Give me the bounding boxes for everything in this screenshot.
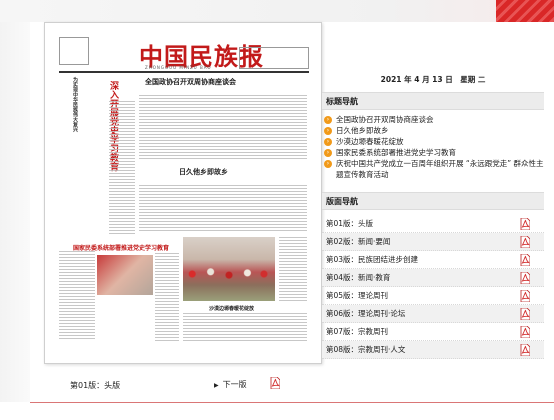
- page-nav-item[interactable]: 第08版：宗教周刊·人文: [322, 341, 544, 359]
- pdf-icon[interactable]: [520, 218, 530, 230]
- news-photo-figures: [183, 263, 275, 285]
- pdf-icon[interactable]: [520, 326, 530, 338]
- page-nav-item[interactable]: 第01版：头版: [322, 215, 544, 233]
- article-text: [279, 237, 307, 301]
- orange-circle-arrow-icon: ›: [324, 160, 332, 168]
- pdf-icon[interactable]: [520, 236, 530, 248]
- pdf-icon[interactable]: [520, 272, 530, 284]
- title-nav-list: › 全国政协召开双周协商座谈会 › 日久他乡即故乡 › 沙漠边塬春暖花绽放 › 国家民委…: [322, 114, 544, 180]
- orange-circle-arrow-icon: ›: [324, 116, 332, 124]
- title-item[interactable]: › 沙漠边塬春暖花绽放: [322, 136, 544, 147]
- headline-top: 全国政协召开双周协商座谈会: [145, 77, 236, 86]
- triangle-right-icon: ▶: [214, 382, 219, 389]
- masthead-info-box: [239, 47, 309, 69]
- article-text: [183, 313, 307, 343]
- pdf-icon[interactable]: [520, 344, 530, 356]
- title-nav-header: 标题导航: [322, 92, 544, 110]
- header-decoration: [496, 0, 554, 22]
- article-text: [139, 185, 307, 233]
- page-nav-item[interactable]: 第06版：理论周刊·论坛: [322, 305, 544, 323]
- masthead-rule: [59, 71, 309, 73]
- pdf-icon[interactable]: [270, 377, 280, 389]
- top-bar: [0, 0, 554, 22]
- page-nav-item[interactable]: 第04版：新闻·教育: [322, 269, 544, 287]
- pdf-icon[interactable]: [520, 254, 530, 266]
- current-page-label: 第01版：头版: [70, 381, 121, 390]
- title-item[interactable]: › 日久他乡即故乡: [322, 125, 544, 136]
- footer-rule: [30, 402, 554, 403]
- news-photo-small: [97, 255, 153, 295]
- orange-circle-arrow-icon: ›: [324, 149, 332, 157]
- issue-info-box: [59, 37, 89, 65]
- orange-circle-arrow-icon: ›: [324, 138, 332, 146]
- next-page-button[interactable]: ▶ 下一版: [214, 379, 247, 390]
- article-text: [109, 101, 135, 235]
- title-item[interactable]: › 全国政协召开双周协商座谈会: [322, 114, 544, 125]
- page-nav-item[interactable]: 第07版：宗教周刊: [322, 323, 544, 341]
- vertical-subheadline: 为实现中华民族伟大复兴: [72, 77, 78, 132]
- article-text: [59, 251, 95, 341]
- left-margin: [0, 22, 30, 402]
- newspaper-page-preview[interactable]: 中国民族报 ZHONGGUO MINZU BAO 为实现中华民族伟大复兴 深入开…: [44, 22, 322, 364]
- page-nav-header: 版面导航: [322, 192, 544, 210]
- headline-mid: 日久他乡即故乡: [179, 167, 228, 176]
- newspaper-front-page: 中国民族报 ZHONGGUO MINZU BAO 为实现中华民族伟大复兴 深入开…: [59, 37, 309, 347]
- page-nav-list: 第01版：头版 第02版：新闻·要闻 第03版：民族团结进步创建 第04版：新闻…: [322, 215, 544, 359]
- newspaper-masthead-english: ZHONGGUO MINZU BAO: [145, 65, 212, 70]
- orange-circle-arrow-icon: ›: [324, 127, 332, 135]
- pdf-icon[interactable]: [520, 290, 530, 302]
- title-item[interactable]: › 国家民委系统部署推进党史学习教育: [322, 147, 544, 158]
- page-nav-item[interactable]: 第02版：新闻·要闻: [322, 233, 544, 251]
- issue-date: 2021 年 4 月 13 日 星期 二: [380, 75, 486, 84]
- title-item[interactable]: › 庆祝中国共产党成立一百周年组织开展 “永远跟党走” 群众性主题宣传教育活动: [322, 158, 544, 180]
- page-nav-item[interactable]: 第05版：理论周刊: [322, 287, 544, 305]
- article-text: [155, 253, 179, 341]
- pdf-icon[interactable]: [520, 308, 530, 320]
- photo-caption-headline: 沙漠边塬春暖花绽放: [209, 306, 255, 312]
- page-nav-item[interactable]: 第03版：民族团结进步创建: [322, 251, 544, 269]
- next-page-label: 下一版: [222, 380, 247, 389]
- article-text: [139, 95, 307, 159]
